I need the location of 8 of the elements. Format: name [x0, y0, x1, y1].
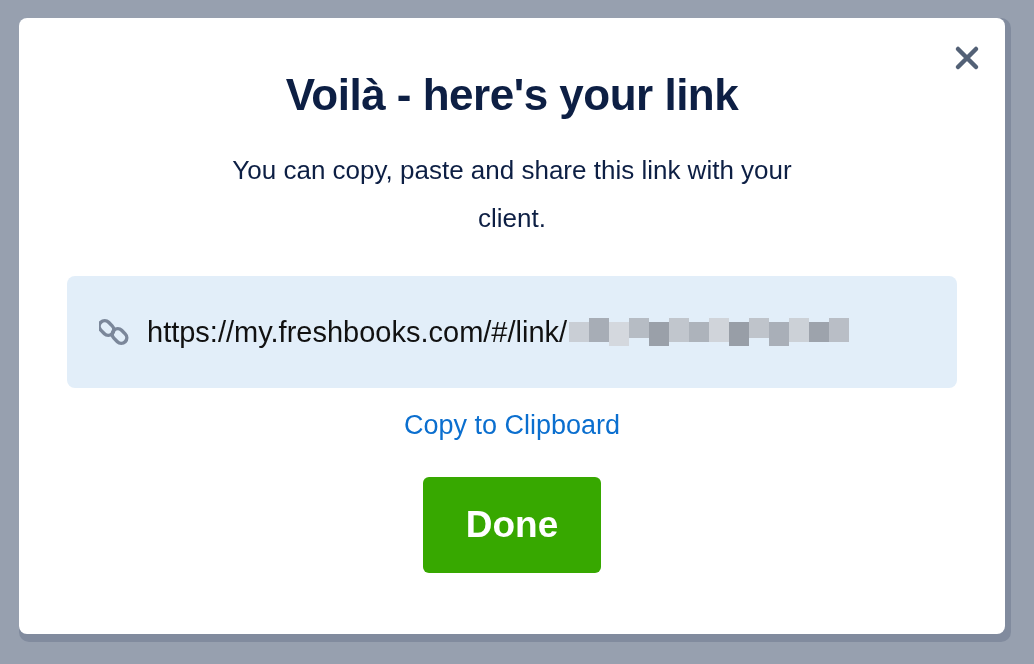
dialog-title: Voilà - here's your link	[285, 70, 739, 120]
done-button[interactable]: Done	[423, 477, 601, 573]
link-field[interactable]: https://my.freshbooks.com/#/link/	[67, 276, 957, 388]
copy-to-clipboard-link[interactable]: Copy to Clipboard	[403, 410, 621, 441]
link-icon	[99, 317, 129, 347]
close-icon	[954, 45, 980, 71]
dialog-message: You can copy, paste and share this link with your client.	[231, 154, 793, 235]
link-url: https://my.freshbooks.com/#/link/	[147, 315, 568, 349]
